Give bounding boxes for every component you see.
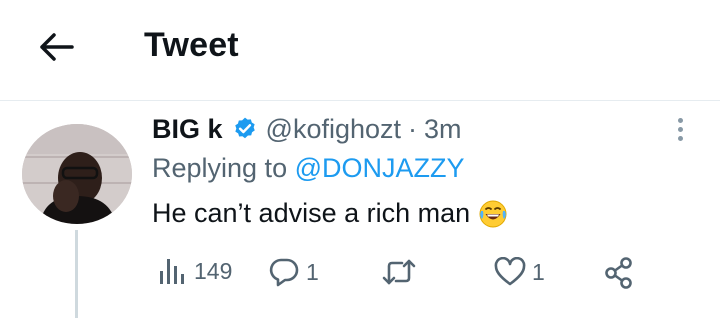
replying-to-link[interactable]: @DONJAZZY <box>295 153 465 183</box>
share-icon <box>605 257 632 289</box>
avatar[interactable] <box>22 124 132 224</box>
more-options-button[interactable] <box>668 112 692 146</box>
profile-photo <box>22 124 132 224</box>
author-name[interactable]: BIG k <box>152 114 223 145</box>
more-dot-icon <box>677 117 683 123</box>
views-count: 149 <box>194 257 233 284</box>
like-count: 1 <box>532 258 545 285</box>
top-bar: Tweet <box>0 0 720 100</box>
heart-icon <box>494 257 526 286</box>
replying-to-line: Replying to @DONJAZZY <box>152 153 465 184</box>
tweet-text: He can’t advise a rich man <box>152 198 471 228</box>
verified-badge-icon <box>232 116 258 142</box>
reply-count: 1 <box>306 258 319 285</box>
tweet-header: BIG k @kofighozt · 3m <box>152 111 462 147</box>
more-dot-icon <box>677 126 683 132</box>
arrow-left-icon <box>40 33 74 61</box>
more-dot-icon <box>677 135 683 141</box>
page-title: Tweet <box>144 26 239 64</box>
tweet-timestamp[interactable]: 3m <box>424 114 462 145</box>
reply-button[interactable]: 1 <box>268 257 319 287</box>
reply-icon <box>269 258 299 287</box>
like-button[interactable]: 1 <box>494 257 545 287</box>
tweet-body: He can’t advise a rich man <box>152 198 508 229</box>
share-button[interactable] <box>604 257 634 289</box>
author-handle[interactable]: @kofighozt <box>266 114 401 145</box>
analytics-icon <box>160 259 184 284</box>
views-button[interactable]: 149 <box>158 257 232 285</box>
separator-dot: · <box>408 113 418 144</box>
header-divider <box>0 100 720 101</box>
retweet-icon <box>382 259 416 285</box>
laughing-emoji-icon <box>478 199 508 229</box>
retweet-button[interactable] <box>382 257 422 287</box>
replying-to-label: Replying to <box>152 153 295 183</box>
tweet-actions-bar: 149 1 1 <box>0 255 720 291</box>
back-button[interactable] <box>34 28 78 66</box>
